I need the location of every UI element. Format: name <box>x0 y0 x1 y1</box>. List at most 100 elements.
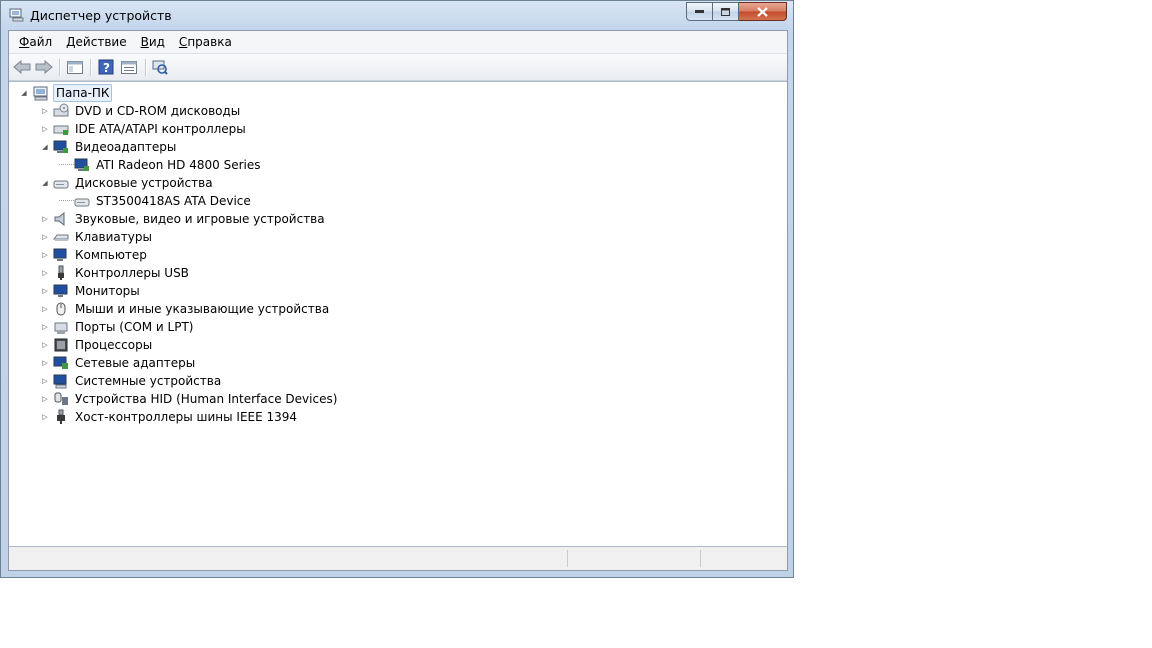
expand-icon[interactable]: ▷ <box>40 359 50 367</box>
expand-icon[interactable]: ▷ <box>40 107 50 115</box>
scan-hardware-icon <box>152 60 168 75</box>
show-hide-tree-button[interactable] <box>65 57 85 77</box>
tree-category-item[interactable]: ◢ Дисковые устройства <box>40 174 215 192</box>
system-device-icon <box>53 373 69 389</box>
forward-arrow-icon <box>35 60 53 74</box>
expand-icon[interactable]: ▷ <box>40 377 50 385</box>
tree-item-label: Мыши и иные указывающие устройства <box>75 302 330 316</box>
tree-category-item[interactable]: ◢ Видеоадаптеры <box>40 138 178 156</box>
forward-button[interactable] <box>34 57 54 77</box>
expand-icon[interactable]: ▷ <box>40 269 50 277</box>
tree-category-item[interactable]: ▷ Устройства HID (Human Interface Devices… <box>40 390 339 408</box>
tree-item-label: Сетевые адаптеры <box>75 356 196 370</box>
tree-item-label: Контроллеры USB <box>75 266 189 280</box>
back-button[interactable] <box>12 57 32 77</box>
device-manager-window: Диспетчер устройств Файл Действие Вид Сп… <box>0 0 794 578</box>
tree-item-label: IDE ATA/ATAPI контроллеры <box>75 122 246 136</box>
expand-icon[interactable]: ▷ <box>40 395 50 403</box>
tree-item-label: DVD и CD-ROM дисководы <box>75 104 241 118</box>
expand-icon[interactable]: ▷ <box>40 323 50 331</box>
computer-icon <box>53 247 69 263</box>
menu-action[interactable]: Действие <box>59 31 133 53</box>
toolbar-separator <box>90 59 92 76</box>
maximize-button[interactable] <box>713 2 739 21</box>
tree-category-item[interactable]: ▷ Системные устройства <box>40 372 223 390</box>
client-area: Файл Действие Вид Справка ? ◢ Папа-ПК ▷ … <box>8 30 788 571</box>
menu-view-accel: В <box>140 35 149 49</box>
expand-icon[interactable]: ▷ <box>40 215 50 223</box>
menu-file[interactable]: Файл <box>12 31 59 53</box>
expand-icon[interactable]: ▷ <box>40 251 50 259</box>
expand-icon[interactable]: ▷ <box>40 233 50 241</box>
network-adapter-icon <box>53 355 69 371</box>
display-adapter-icon <box>53 139 69 155</box>
tree-item-label: Клавиатуры <box>75 230 152 244</box>
close-button[interactable] <box>739 2 787 21</box>
help-button[interactable]: ? <box>96 57 116 77</box>
tree-category-item[interactable]: ▷ DVD и CD-ROM дисководы <box>40 102 242 120</box>
help-icon: ? <box>98 59 114 75</box>
maximize-icon <box>721 7 730 16</box>
expand-icon[interactable]: ▷ <box>40 287 50 295</box>
toolbar: ? <box>9 54 787 81</box>
tree-root-label: Папа-ПК <box>53 84 113 102</box>
dvd-drive-icon <box>53 103 69 119</box>
menu-help-label: правка <box>187 35 232 49</box>
tree-category-item[interactable]: ▷ Компьютер <box>40 246 149 264</box>
collapse-icon[interactable]: ◢ <box>40 179 50 187</box>
status-separator <box>700 550 701 567</box>
expand-icon[interactable]: ▷ <box>40 125 50 133</box>
scan-hardware-button[interactable] <box>150 57 170 77</box>
menu-file-accel: Ф <box>19 35 30 49</box>
monitor-icon <box>53 283 69 299</box>
properties-button[interactable] <box>119 57 139 77</box>
menu-action-label: ействие <box>75 35 127 49</box>
tree-item-label: Дисковые устройства <box>75 176 213 190</box>
tree-item-label: Системные устройства <box>75 374 222 388</box>
tree-category-item[interactable]: ▷ Звуковые, видео и игровые устройства <box>40 210 327 228</box>
device-manager-app-icon <box>9 7 25 22</box>
status-separator <box>567 550 568 567</box>
usb-icon <box>53 265 69 281</box>
tree-device-item[interactable]: ST3500418AS ATA Device <box>59 192 253 210</box>
tree-root[interactable]: ◢ Папа-ПК <box>19 84 113 102</box>
tree-device-item[interactable]: ATI Radeon HD 4800 Series <box>59 156 262 174</box>
svg-text:?: ? <box>103 61 110 75</box>
tree-category-item[interactable]: ▷ Процессоры <box>40 336 154 354</box>
tree-connector <box>59 164 74 166</box>
tree-item-label: Хост-контроллеры шины IEEE 1394 <box>75 410 298 424</box>
tree-category-item[interactable]: ▷ Хост-контроллеры шины IEEE 1394 <box>40 408 299 426</box>
tree-item-label: Процессоры <box>75 338 153 352</box>
tree-item-label: Компьютер <box>75 248 147 262</box>
expand-icon[interactable]: ▷ <box>40 305 50 313</box>
menu-action-accel: Д <box>66 35 76 49</box>
hid-icon <box>53 391 69 407</box>
menu-bar: Файл Действие Вид Справка <box>9 31 787 54</box>
tree-category-item[interactable]: ▷ Клавиатуры <box>40 228 154 246</box>
ide-controller-icon <box>53 121 69 137</box>
tree-category-item[interactable]: ▷ Мыши и иные указывающие устройства <box>40 300 331 318</box>
window-title: Диспетчер устройств <box>30 8 172 23</box>
tree-category-item[interactable]: ▷ Мониторы <box>40 282 142 300</box>
expand-icon[interactable]: ▷ <box>40 413 50 421</box>
collapse-icon[interactable]: ◢ <box>40 143 50 151</box>
mouse-icon <box>53 301 69 317</box>
tree-item-label: Порты (COM и LPT) <box>75 320 194 334</box>
processor-icon <box>53 337 69 353</box>
tree-category-item[interactable]: ▷ IDE ATA/ATAPI контроллеры <box>40 120 248 138</box>
device-tree[interactable]: ◢ Папа-ПК ▷ DVD и CD-ROM дисководы ▷ IDE AT… <box>9 81 787 547</box>
collapse-icon[interactable]: ◢ <box>19 89 29 97</box>
status-bar <box>9 547 787 570</box>
minimize-button[interactable] <box>686 2 713 21</box>
expand-icon[interactable]: ▷ <box>40 341 50 349</box>
menu-view[interactable]: Вид <box>134 31 172 53</box>
tree-category-item[interactable]: ▷ Сетевые адаптеры <box>40 354 197 372</box>
tree-category-item[interactable]: ▷ Контроллеры USB <box>40 264 191 282</box>
close-icon <box>757 6 768 17</box>
title-bar[interactable]: Диспетчер устройств <box>1 1 793 29</box>
menu-help[interactable]: Справка <box>172 31 239 53</box>
tree-category-item[interactable]: ▷ Порты (COM и LPT) <box>40 318 195 336</box>
computer-icon <box>33 85 49 101</box>
tree-item-label: ATI Radeon HD 4800 Series <box>96 158 261 172</box>
toolbar-separator <box>59 59 61 76</box>
